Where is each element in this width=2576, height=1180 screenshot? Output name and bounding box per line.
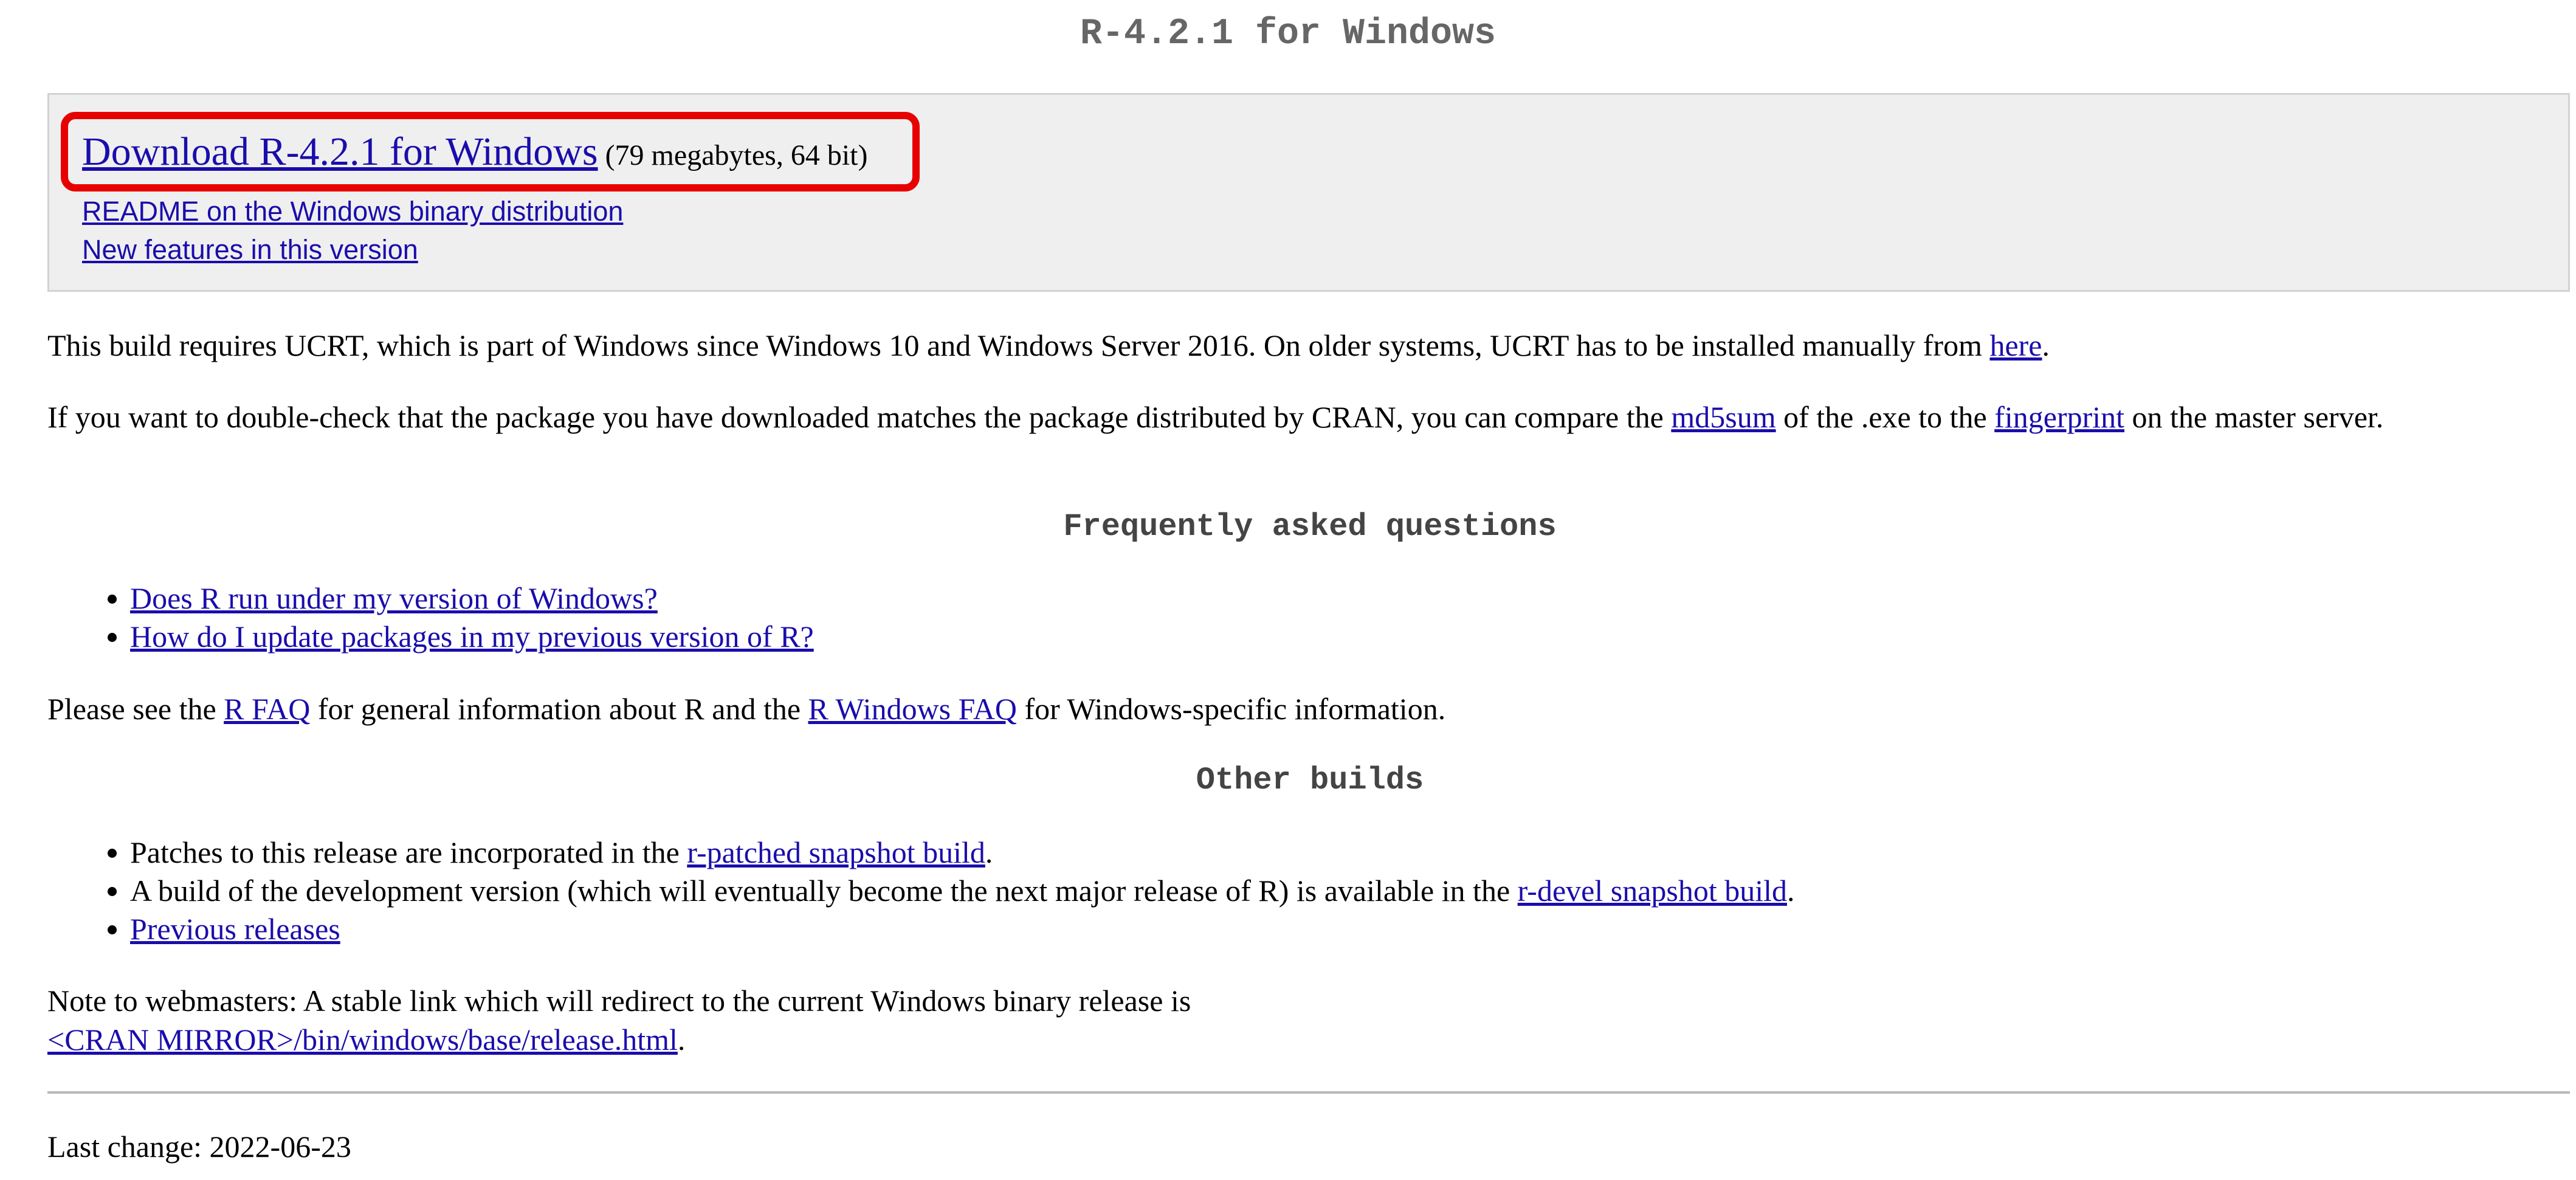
devel-text: A build of the development version (whic… xyxy=(130,874,1518,908)
page-title: R-4.2.1 for Windows xyxy=(1080,13,1496,55)
page: R-4.2.1 for Windows Download R-4.2.1 for… xyxy=(0,0,2576,1180)
faq-see-text-1: Please see the xyxy=(47,692,224,726)
previous-releases-link[interactable]: Previous releases xyxy=(130,912,340,946)
other-builds-heading: Other builds xyxy=(1196,762,1424,798)
faq-windows-version-link[interactable]: Does R run under my version of Windows? xyxy=(130,581,658,615)
ucrt-text: This build requires UCRT, which is part … xyxy=(47,328,1990,362)
readme-link[interactable]: README on the Windows binary distributio… xyxy=(82,193,623,230)
checksum-text-2: of the .exe to the xyxy=(1775,400,1995,434)
checksum-paragraph: If you want to double-check that the pac… xyxy=(47,398,2558,436)
checksum-text-1: If you want to double-check that the pac… xyxy=(47,400,1672,434)
download-highlight-box xyxy=(61,112,920,191)
list-item: Patches to this release are incorporated… xyxy=(130,833,1795,872)
ucrt-here-link[interactable]: here xyxy=(1989,328,2042,362)
faq-update-packages-link[interactable]: How do I update packages in my previous … xyxy=(130,619,814,654)
new-features-link[interactable]: New features in this version xyxy=(82,232,418,268)
webmasters-note-text: Note to webmasters: A stable link which … xyxy=(47,984,1191,1018)
r-windows-faq-link[interactable]: R Windows FAQ xyxy=(808,692,1017,726)
release-html-link[interactable]: <CRAN MIRROR>/bin/windows/base/release.h… xyxy=(47,1023,678,1057)
divider xyxy=(47,1091,2570,1094)
r-devel-link[interactable]: r-devel snapshot build xyxy=(1518,874,1787,908)
list-item: Previous releases xyxy=(130,910,1795,948)
checksum-text-3: on the master server. xyxy=(2124,400,2384,434)
md5sum-link[interactable]: md5sum xyxy=(1671,400,1775,434)
last-change: Last change: 2022-06-23 xyxy=(47,1130,351,1164)
faq-heading: Frequently asked questions xyxy=(1063,509,1557,545)
patches-text: Patches to this release are incorporated… xyxy=(130,835,687,869)
list-item: Does R run under my version of Windows? xyxy=(130,579,814,618)
devel-after: . xyxy=(1787,874,1795,908)
webmasters-note: Note to webmasters: A stable link which … xyxy=(47,981,2558,1059)
r-faq-link[interactable]: R FAQ xyxy=(224,692,310,726)
webmasters-after: . xyxy=(677,1023,686,1057)
list-item: A build of the development version (whic… xyxy=(130,872,1795,910)
faq-list: Does R run under my version of Windows? … xyxy=(47,579,814,656)
patches-after: . xyxy=(985,835,993,869)
other-builds-list: Patches to this release are incorporated… xyxy=(47,833,1795,948)
faq-see-text-3: for Windows-specific information. xyxy=(1016,692,1446,726)
faq-see-paragraph: Please see the R FAQ for general informa… xyxy=(47,689,2558,728)
r-patched-link[interactable]: r-patched snapshot build xyxy=(687,835,985,869)
fingerprint-link[interactable]: fingerprint xyxy=(1994,400,2124,434)
faq-see-text-2: for general information about R and the xyxy=(310,692,808,726)
ucrt-paragraph: This build requires UCRT, which is part … xyxy=(47,326,2558,365)
list-item: How do I update packages in my previous … xyxy=(130,618,814,656)
ucrt-text-after: . xyxy=(2042,328,2050,362)
